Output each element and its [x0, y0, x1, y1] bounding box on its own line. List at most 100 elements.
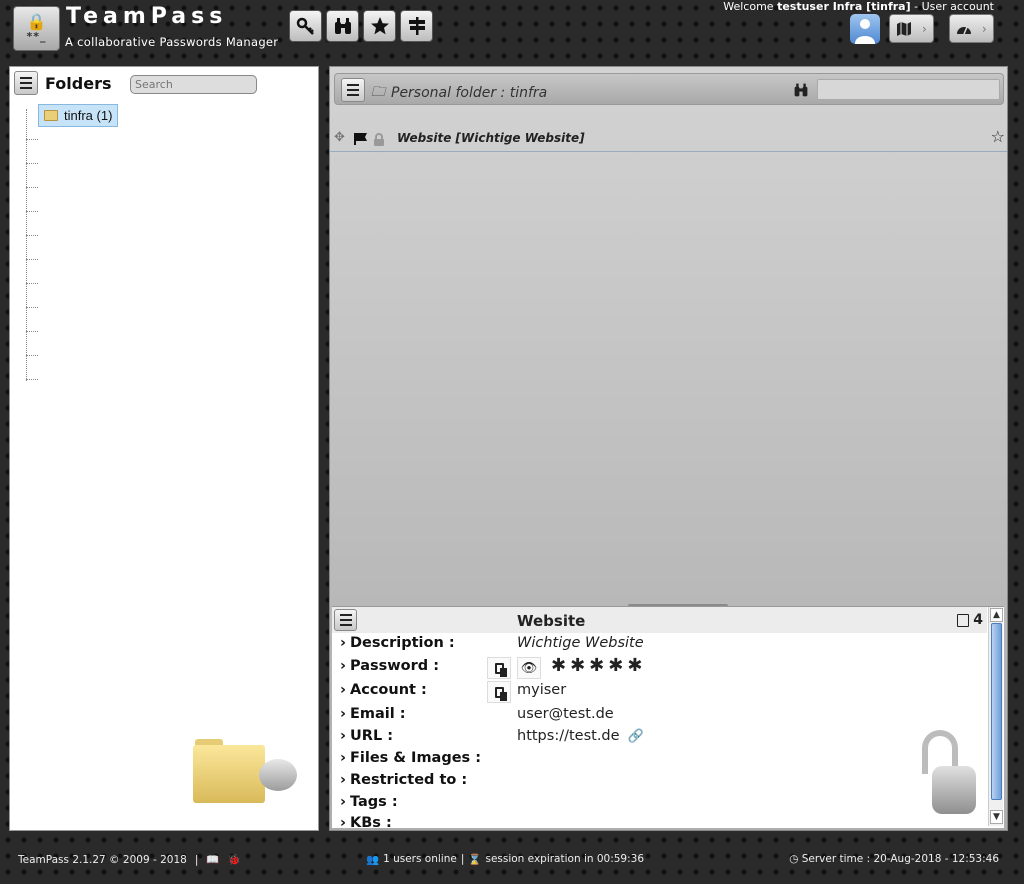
link-icon[interactable]: 🔗 — [628, 729, 644, 744]
star-icon — [370, 17, 389, 35]
app-title: TeamPass — [66, 4, 228, 29]
binoculars-icon — [334, 18, 351, 34]
tree-line — [26, 109, 27, 381]
url-value: https://test.de — [517, 728, 620, 744]
welcome-user: testuser Infra [tinfra] — [777, 0, 911, 13]
folder-path: 🗀 Personal folder : tinfra — [371, 81, 547, 105]
folders-panel: Folders tinfra (1) — [9, 66, 319, 831]
user-avatar[interactable] — [850, 14, 880, 44]
field-label[interactable]: KBs : — [340, 815, 392, 828]
field-label[interactable]: Tags : — [340, 794, 398, 810]
field-value: myiser — [517, 682, 567, 698]
session-expiration: session expiration in 00:59:36 — [485, 853, 645, 865]
bug-icon[interactable]: 🐞 — [227, 853, 240, 866]
app-subtitle: A collaborative Passwords Manager — [65, 35, 279, 49]
field-value: Wichtige Website — [517, 635, 644, 651]
users-online: 1 users online — [383, 853, 457, 865]
app-logo[interactable]: 🔒 **_ — [13, 6, 60, 51]
lock-icon — [374, 133, 384, 146]
details-menu-button[interactable] — [334, 609, 357, 631]
signpost-icon — [408, 17, 425, 35]
list-item[interactable]: ✥ Website [Wichtige Website] ☆ — [330, 127, 1007, 152]
footer: TeamPass 2.1.27 © 2009 - 2018 | 📖 🐞 👥 1 … — [0, 846, 1024, 872]
field-password: Password : 👁 ✱✱✱✱✱ — [332, 655, 982, 680]
users-icon: 👥 — [366, 854, 380, 866]
server-time: ◷ Server time : 20-Aug-2018 - 12:53:46 — [789, 853, 999, 865]
details-scrollbar[interactable]: ▲ ▼ — [988, 607, 1003, 826]
field-label[interactable]: Restricted to : — [340, 772, 467, 788]
show-password-button[interactable]: 👁 — [517, 657, 541, 679]
welcome-suffix: - User account — [910, 0, 994, 13]
details-title: Website — [517, 612, 586, 630]
items-menu-button[interactable] — [341, 78, 365, 102]
key-icon — [296, 17, 314, 35]
lock-icon: 🔒 — [26, 12, 47, 31]
favourites-button[interactable] — [363, 10, 396, 42]
scroll-down-icon[interactable]: ▼ — [990, 810, 1003, 824]
note-icon — [957, 613, 970, 627]
map-icon — [897, 21, 911, 36]
field-account: Account : myiser — [332, 681, 982, 704]
password-mask: ✱✱✱✱✱ — [551, 655, 647, 676]
field-email: Email : user@test.de — [332, 706, 982, 728]
folder-path-label: Personal folder : tinfra — [391, 85, 548, 101]
book-icon[interactable]: 📖 — [206, 853, 219, 866]
dashboard-menu-button[interactable]: › — [949, 14, 994, 43]
field-description: Description : Wichtige Website — [332, 635, 982, 657]
favourite-star-icon[interactable]: ☆ — [991, 127, 1005, 146]
field-label[interactable]: Account : — [340, 682, 427, 698]
welcome-text: Welcome testuser Infra [tinfra] - User a… — [723, 0, 994, 13]
scroll-up-icon[interactable]: ▲ — [990, 608, 1003, 622]
password-stars: **_ — [26, 30, 47, 43]
item-search-input[interactable] — [817, 79, 1000, 100]
folders-menu-button[interactable] — [14, 71, 38, 95]
binoculars-icon[interactable] — [793, 82, 809, 98]
copy-icon — [494, 686, 507, 701]
field-restricted: Restricted to : — [332, 772, 982, 794]
eye-icon: 👁 — [520, 660, 538, 676]
notes-count-value: 4 — [973, 612, 983, 628]
chevron-right-icon: › — [982, 21, 987, 36]
footer-separator: | — [194, 853, 199, 866]
tree-node-tinfra[interactable]: tinfra (1) — [38, 104, 119, 127]
field-tags: Tags : — [332, 794, 982, 816]
item-details: Website 4 Description : Wichtige Website… — [332, 606, 1004, 828]
flag-icon — [354, 133, 367, 145]
copy-account-button[interactable] — [487, 681, 511, 703]
padlock-illustration — [920, 730, 980, 815]
field-files: Files & Images : — [332, 750, 982, 772]
scroll-thumb[interactable] — [991, 623, 1002, 800]
details-header: Website 4 — [332, 607, 987, 633]
field-label[interactable]: Email : — [340, 706, 406, 722]
folder-bar: 🗀 Personal folder : tinfra — [334, 73, 1004, 105]
field-kbs: KBs : — [332, 815, 982, 828]
field-label[interactable]: URL : — [340, 728, 393, 744]
copy-password-button[interactable] — [487, 657, 511, 679]
field-url: URL : https://test.de 🔗 — [332, 728, 982, 750]
chevron-right-icon: › — [922, 21, 927, 36]
folders-title: Folders — [45, 74, 112, 93]
notes-count[interactable]: 4 — [957, 612, 983, 628]
folder-open-icon: 🗀 — [371, 84, 385, 100]
hourglass-icon: ⌛ — [468, 854, 482, 866]
tree-node-label: tinfra (1) — [64, 108, 113, 123]
version-text: TeamPass 2.1.27 © 2009 - 2018 — [18, 853, 187, 866]
field-label[interactable]: Files & Images : — [340, 750, 481, 766]
dashboard-icon — [957, 26, 971, 34]
folder-lock-illustration — [193, 735, 303, 810]
folder-search-input[interactable] — [130, 75, 257, 94]
item-label[interactable]: Website [Wichtige Website] — [397, 131, 585, 145]
folder-icon — [44, 110, 58, 121]
field-value: https://test.de 🔗 — [517, 728, 644, 744]
welcome-prefix: Welcome — [723, 0, 774, 13]
footer-separator: | — [460, 853, 465, 865]
suggestions-button[interactable] — [400, 10, 433, 42]
items-button[interactable] — [289, 10, 322, 42]
field-label[interactable]: Password : — [340, 658, 439, 674]
field-value: user@test.de — [517, 706, 614, 722]
find-button[interactable] — [326, 10, 359, 42]
move-icon[interactable]: ✥ — [334, 130, 345, 145]
map-menu-button[interactable]: › — [889, 14, 934, 43]
copy-icon — [494, 662, 507, 677]
field-label[interactable]: Description : — [340, 635, 455, 651]
